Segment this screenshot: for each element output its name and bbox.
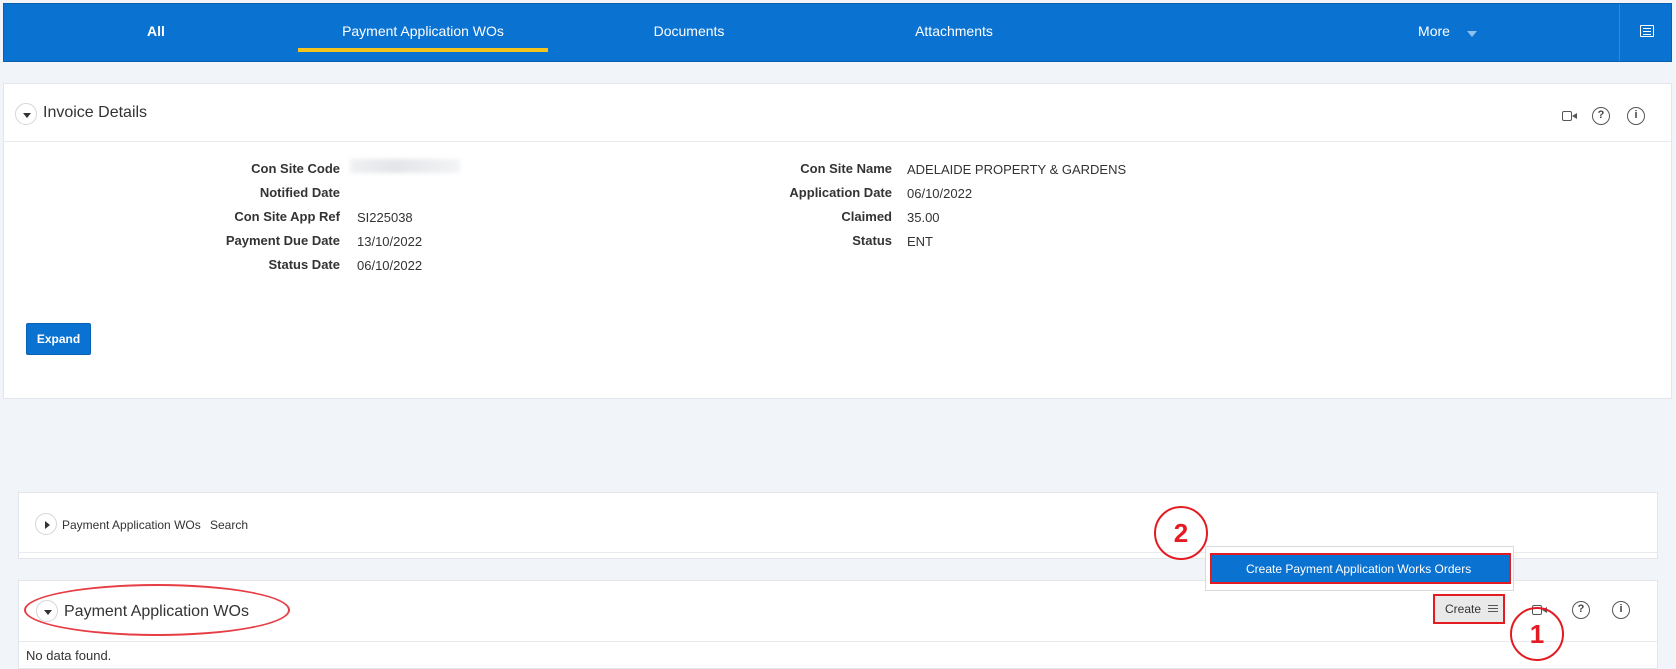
value-con-site-app-ref: SI225038 — [357, 210, 413, 225]
label-con-site-name: Con Site Name — [800, 161, 892, 176]
tab-more[interactable]: More — [1399, 4, 1469, 61]
expand-button[interactable]: Expand — [26, 323, 91, 355]
help-icon[interactable]: ? — [1592, 107, 1610, 125]
tab-all[interactable]: All — [116, 4, 196, 61]
create-dropdown-menu: Create Payment Application Works Orders — [1205, 546, 1514, 591]
label-application-date: Application Date — [789, 185, 892, 200]
help-icon[interactable]: ? — [1572, 601, 1590, 619]
info-icon[interactable]: i — [1627, 107, 1645, 125]
top-navigation-bar: All Payment Application WOs Documents At… — [3, 3, 1672, 62]
value-application-date: 06/10/2022 — [907, 186, 973, 201]
label-con-site-code: Con Site Code — [251, 161, 340, 176]
no-data-message: No data found. — [26, 648, 112, 663]
value-status-date: 06/10/2022 — [357, 258, 423, 273]
menu-lines-icon — [1488, 605, 1498, 614]
tab-attachments[interactable]: Attachments — [884, 4, 1024, 61]
value-payment-due-date: 13/10/2022 — [357, 234, 423, 249]
divider — [4, 141, 1671, 142]
nav-menu-button[interactable] — [1619, 4, 1673, 61]
invoice-details-title: Invoice Details — [43, 104, 148, 121]
con-site-code-value-redacted — [350, 159, 460, 173]
label-claimed: Claimed — [841, 209, 892, 224]
value-status: ENT — [907, 234, 933, 249]
value-con-site-name: ADELAIDE PROPERTY & GARDENS — [907, 162, 1127, 177]
create-button[interactable]: Create — [1433, 594, 1505, 624]
tab-documents[interactable]: Documents — [624, 4, 754, 61]
label-payment-due-date: Payment Due Date — [225, 233, 340, 248]
label-con-site-app-ref: Con Site App Ref — [234, 209, 340, 224]
tab-payment-application-wos[interactable]: Payment Application WOs — [298, 4, 548, 61]
label-notified-date: Notified Date — [259, 185, 340, 200]
value-claimed: 35.00 — [907, 210, 940, 225]
hamburger-menu-icon — [1640, 25, 1654, 37]
step-2-callout: 2 — [1154, 506, 1208, 560]
menu-item-create-payment-application-works-orders[interactable]: Create Payment Application Works Orders — [1210, 553, 1511, 584]
search-panel-expand-toggle[interactable] — [35, 513, 57, 535]
chevron-down-icon[interactable] — [1467, 31, 1477, 37]
create-button-label: Create — [1445, 602, 1482, 616]
step-1-callout: 1 — [1510, 607, 1564, 661]
divider — [19, 641, 1657, 642]
search-panel-title: Payment Application WOs — [62, 518, 201, 532]
label-status: Status — [852, 233, 892, 248]
highlight-ellipse-annotation — [24, 584, 290, 636]
invoice-details-collapse-toggle[interactable] — [15, 103, 37, 125]
search-panel-suffix: Search — [210, 518, 249, 532]
camera-icon[interactable] — [1562, 111, 1577, 121]
info-icon[interactable]: i — [1612, 601, 1630, 619]
label-status-date: Status Date — [268, 257, 340, 272]
